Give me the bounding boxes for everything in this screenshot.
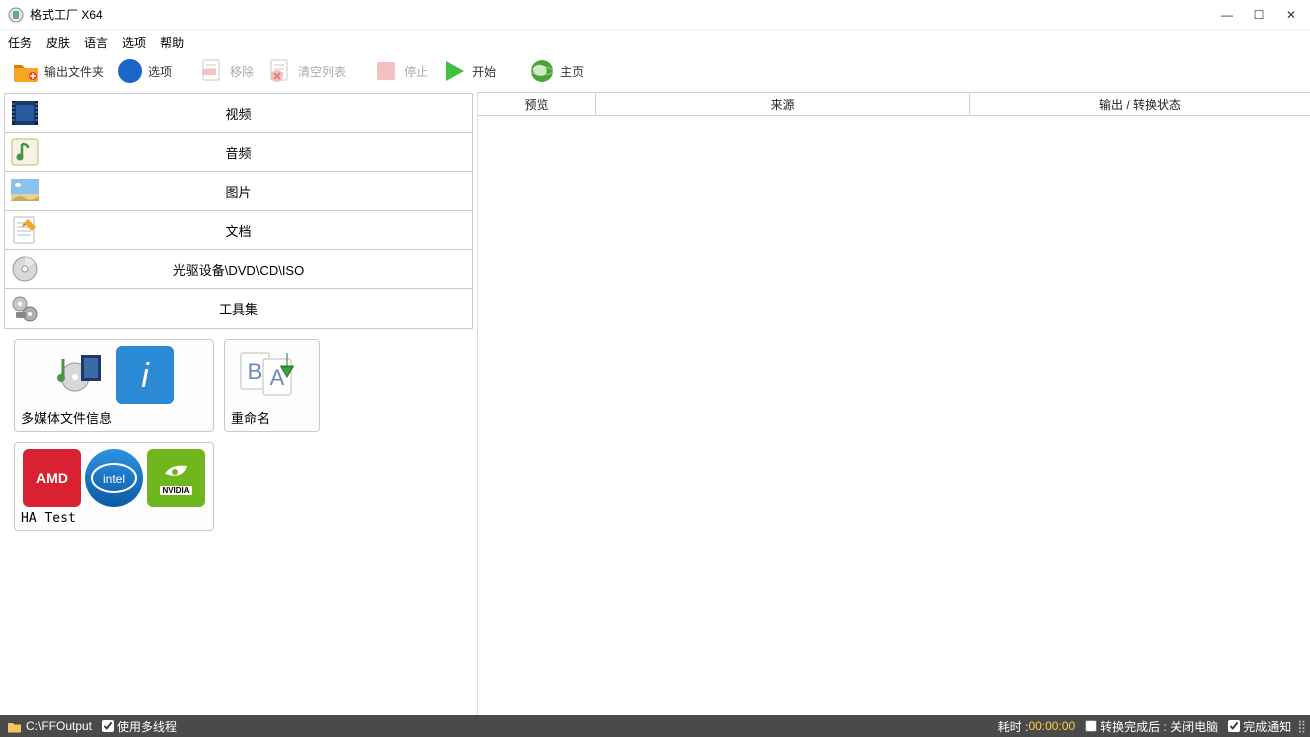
main-area: 视频 音频 图片 文档 (0, 92, 1310, 715)
category-label: 工具集 (45, 299, 472, 318)
notify-label: 完成通知 (1243, 718, 1291, 735)
window-title: 格式工厂 X64 (30, 6, 103, 23)
menu-options[interactable]: 选项 (122, 34, 146, 51)
shutdown-input[interactable] (1085, 720, 1097, 732)
tool-rename[interactable]: B A 重命名 (224, 339, 320, 432)
tool-media-info[interactable]: i 多媒体文件信息 (14, 339, 214, 432)
globe-icon (528, 57, 556, 85)
info-icon: i (116, 346, 174, 404)
options-button[interactable]: 选项 (112, 55, 176, 87)
output-path[interactable]: C:\FFOutput (26, 719, 92, 733)
stop-icon (372, 57, 400, 85)
left-panel: 视频 音频 图片 文档 (0, 92, 478, 715)
remove-button[interactable]: 移除 (194, 55, 258, 87)
audio-icon (9, 136, 41, 168)
category-toolkit[interactable]: 工具集 (5, 289, 472, 328)
category-video[interactable]: 视频 (5, 94, 472, 133)
notify-checkbox[interactable]: 完成通知 (1228, 718, 1291, 735)
folder-icon (12, 57, 40, 85)
col-source[interactable]: 来源 (596, 92, 970, 115)
col-preview[interactable]: 预览 (478, 92, 596, 115)
tool-label: 重命名 (231, 408, 313, 427)
category-label: 视频 (45, 104, 472, 123)
tool-label: HA Test (21, 511, 207, 526)
task-table-body[interactable] (478, 116, 1310, 715)
shutdown-checkbox[interactable]: 转换完成后 : 关闭电脑 (1085, 718, 1218, 735)
nvidia-icon: NVIDIA (147, 449, 205, 507)
clear-list-icon (266, 57, 294, 85)
clear-list-button[interactable]: 清空列表 (262, 55, 350, 87)
category-label: 图片 (45, 182, 472, 201)
svg-text:B: B (248, 359, 263, 384)
close-button[interactable]: ✕ (1284, 8, 1298, 22)
right-panel: 预览 来源 输出 / 转换状态 (478, 92, 1310, 715)
menu-task[interactable]: 任务 (8, 34, 32, 51)
tool-ha-test[interactable]: AMD intel NVIDIA HA Test (14, 442, 214, 531)
app-icon (8, 7, 24, 23)
status-bar: C:\FFOutput 使用多线程 耗时 : 00:00:00 转换完成后 : … (0, 715, 1310, 737)
start-button[interactable]: 开始 (436, 55, 500, 87)
category-document[interactable]: 文档 (5, 211, 472, 250)
category-label: 文档 (45, 221, 472, 240)
toolbar: 输出文件夹 选项 移除 清空列表 停止 开始 主页 (0, 54, 1310, 92)
output-folder-status-icon[interactable] (6, 718, 22, 734)
col-output[interactable]: 输出 / 转换状态 (970, 92, 1310, 115)
svg-text:intel: intel (103, 472, 125, 486)
amd-icon: AMD (23, 449, 81, 507)
elapsed-value: 00:00:00 (1028, 719, 1075, 733)
video-icon (9, 97, 41, 129)
menu-bar: 任务 皮肤 语言 选项 帮助 (0, 30, 1310, 54)
category-label: 音频 (45, 143, 472, 162)
multithread-checkbox[interactable]: 使用多线程 (102, 718, 177, 735)
window-controls: — ☐ ✕ (1220, 8, 1302, 22)
remove-label: 移除 (230, 63, 254, 80)
category-audio[interactable]: 音频 (5, 133, 472, 172)
resize-grip[interactable]: ⣿ (1297, 719, 1304, 733)
stop-button[interactable]: 停止 (368, 55, 432, 87)
notify-input[interactable] (1228, 720, 1240, 732)
disc-icon (9, 253, 41, 285)
start-label: 开始 (472, 63, 496, 80)
remove-icon (198, 57, 226, 85)
menu-skin[interactable]: 皮肤 (46, 34, 70, 51)
toolkit-icon (9, 293, 41, 325)
menu-language[interactable]: 语言 (84, 34, 108, 51)
output-folder-button[interactable]: 输出文件夹 (8, 55, 108, 87)
elapsed-label: 耗时 : (998, 718, 1029, 735)
category-dvd[interactable]: 光驱设备\DVD\CD\ISO (5, 250, 472, 289)
options-label: 选项 (148, 63, 172, 80)
play-icon (440, 57, 468, 85)
task-table-header: 预览 来源 输出 / 转换状态 (478, 92, 1310, 116)
document-icon (9, 214, 41, 246)
output-folder-label: 输出文件夹 (44, 63, 104, 80)
options-icon (116, 57, 144, 85)
multithread-label: 使用多线程 (117, 718, 177, 735)
intel-icon: intel (85, 449, 143, 507)
minimize-button[interactable]: — (1220, 8, 1234, 22)
tool-label: 多媒体文件信息 (21, 408, 207, 427)
svg-text:i: i (141, 357, 150, 395)
home-label: 主页 (560, 63, 584, 80)
picture-icon (9, 175, 41, 207)
stop-label: 停止 (404, 63, 428, 80)
tool-grid: i 多媒体文件信息 B A (0, 329, 477, 541)
title-bar: 格式工厂 X64 — ☐ ✕ (0, 0, 1310, 30)
category-list: 视频 音频 图片 文档 (4, 93, 473, 329)
home-button[interactable]: 主页 (524, 55, 588, 87)
clear-list-label: 清空列表 (298, 63, 346, 80)
rename-icon: B A (237, 346, 307, 404)
multithread-input[interactable] (102, 720, 114, 732)
shutdown-label: 转换完成后 : 关闭电脑 (1100, 718, 1218, 735)
menu-help[interactable]: 帮助 (160, 34, 184, 51)
media-thumb-icon (54, 346, 112, 404)
category-label: 光驱设备\DVD\CD\ISO (45, 260, 472, 279)
maximize-button[interactable]: ☐ (1252, 8, 1266, 22)
category-picture[interactable]: 图片 (5, 172, 472, 211)
